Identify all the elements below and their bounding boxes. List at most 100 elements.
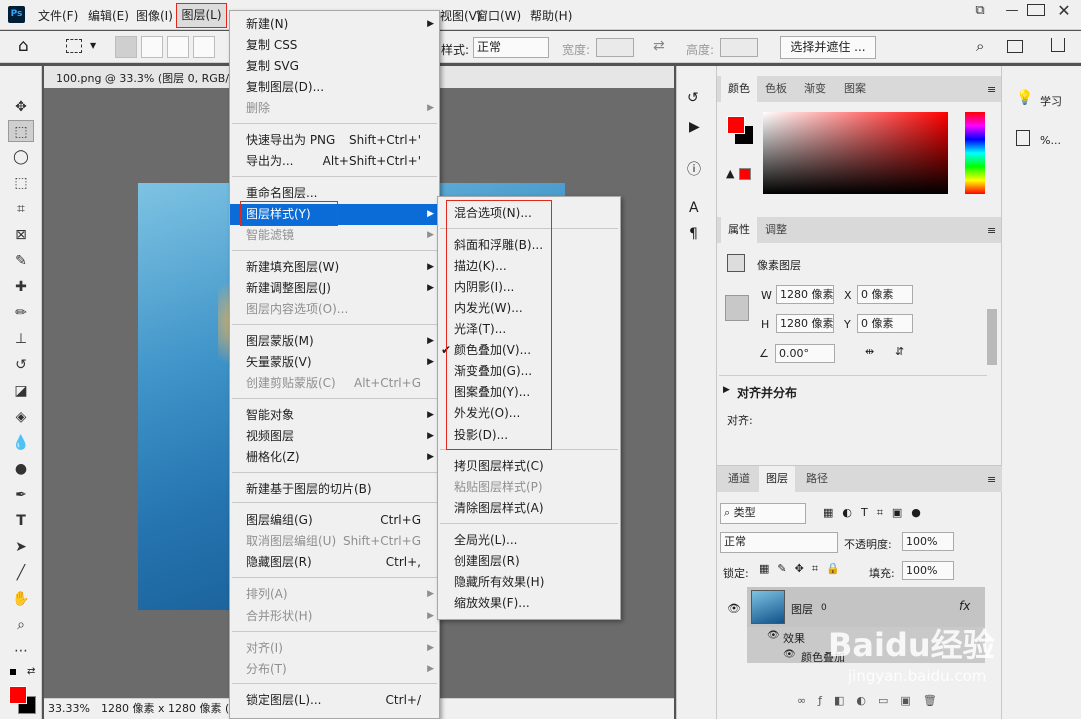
angle-field[interactable]: 0.00° [775, 344, 835, 363]
opacity-field[interactable]: 100% [902, 532, 954, 551]
layer-menu-item[interactable]: 快速导出为 PNG Shift+Ctrl+' [230, 130, 439, 151]
tab-gradients[interactable]: 渐变 [797, 76, 833, 102]
info-icon[interactable]: ⓘ [687, 159, 701, 179]
menu-file[interactable]: 文件(F) [38, 7, 78, 24]
maximize-icon[interactable] [1027, 4, 1045, 16]
character-icon[interactable]: A [689, 200, 699, 216]
blur-icon[interactable]: 💧 [8, 432, 34, 454]
style-select[interactable]: 正常 [473, 37, 549, 58]
gamut-swatch[interactable] [739, 168, 751, 180]
foreground-color-swatch[interactable] [9, 686, 27, 704]
tab-channels[interactable]: 通道 [721, 466, 757, 492]
stamp-icon[interactable]: ⊥ [8, 328, 34, 350]
learn-pct[interactable]: %... [1040, 134, 1061, 147]
lock-icons[interactable]: ▦✎✥⌗🔒 [759, 562, 848, 576]
learn-label[interactable]: 学习 [1040, 93, 1062, 109]
eye-icon[interactable]: 👁 [727, 602, 741, 615]
color-field[interactable] [763, 112, 948, 194]
style-menu-item[interactable]: 隐藏所有效果(H) [438, 572, 620, 593]
layer-name[interactable]: 图层 [791, 601, 813, 617]
tab-swatches[interactable]: 色板 [758, 76, 794, 102]
layer-filter-select[interactable]: ⌕ 类型 [720, 503, 806, 524]
history-brush-icon[interactable]: ↺ [8, 354, 34, 376]
new-selection-icon[interactable] [115, 36, 137, 58]
style-menu-item[interactable]: 清除图层样式(A) [438, 498, 620, 519]
share-icon[interactable] [1051, 38, 1065, 52]
lightbulb-icon[interactable]: 💡 [1016, 90, 1033, 106]
style-menu-item[interactable]: 拷贝图层样式(C) [438, 456, 620, 477]
add-selection-icon[interactable] [141, 36, 163, 58]
x-field[interactable]: 0 像素 [857, 285, 913, 304]
menu-window[interactable]: 窗口(W) [476, 7, 521, 24]
menu-image[interactable]: 图像(I) [136, 7, 173, 24]
paint-bucket-icon[interactable]: ◈ [8, 406, 34, 428]
intersect-selection-icon[interactable] [193, 36, 215, 58]
height-input[interactable] [720, 38, 758, 57]
fg-color-swatch[interactable] [727, 116, 745, 134]
eye-icon[interactable]: 👁 [767, 630, 780, 641]
layer-menu-item[interactable]: 新建基于图层的切片(B) [230, 479, 439, 500]
tab-patterns[interactable]: 图案 [837, 76, 873, 102]
line-icon[interactable]: ╱ [8, 562, 34, 584]
libraries-icon[interactable] [1016, 130, 1030, 146]
scrollbar-thumb[interactable] [987, 309, 997, 365]
hand-icon[interactable]: ✋ [8, 588, 34, 610]
layer-menu-item[interactable]: 视频图层 ▶ [230, 426, 439, 447]
fx-badge[interactable]: fx [959, 599, 970, 613]
frame-icon[interactable]: ⊠ [8, 224, 34, 246]
tab-paths[interactable]: 路径 [799, 466, 835, 492]
hue-slider[interactable] [965, 112, 985, 194]
lasso-icon[interactable]: ◯ [8, 146, 34, 168]
layer-menu-item[interactable]: 导出为... Alt+Shift+Ctrl+' [230, 151, 439, 172]
path-select-icon[interactable]: ➤ [8, 536, 34, 558]
rect-marquee-icon[interactable]: ⬚ [8, 120, 34, 142]
tab-properties[interactable]: 属性 [721, 217, 757, 243]
tab-color[interactable]: 颜色 [721, 76, 757, 102]
layer-menu-item[interactable]: 新建(N) ▶ [230, 14, 439, 35]
swap-colors-icon[interactable]: ⇄ [27, 666, 35, 677]
width-input[interactable] [596, 38, 634, 57]
pen-icon[interactable]: ✒ [8, 484, 34, 506]
subtract-selection-icon[interactable] [167, 36, 189, 58]
layer-menu-item[interactable]: 复制 CSS [230, 35, 439, 56]
swap-icon[interactable]: ⇄ [653, 38, 665, 54]
type-icon[interactable]: T [8, 510, 34, 532]
layer-menu-item[interactable]: 智能对象 ▶ [230, 405, 439, 426]
document-tab[interactable]: 100.png @ 33.3% (图层 0, RGB/8 [56, 70, 236, 86]
align-section-title[interactable]: 对齐并分布 [737, 384, 797, 401]
height-field[interactable]: 1280 像素 [776, 314, 834, 333]
filter-icons[interactable]: ▦◐T⌗▣● [823, 506, 930, 520]
menu-layer[interactable]: 图层(L) [176, 3, 227, 28]
layer-menu-item[interactable]: 图层编组(G) Ctrl+G [230, 510, 439, 531]
style-menu-item[interactable]: 全局光(L)... [438, 530, 620, 551]
restore-icon[interactable]: ⧉ [970, 1, 990, 21]
panel-menu-icon[interactable]: ≡ [987, 473, 996, 486]
object-select-icon[interactable]: ⬚ [8, 172, 34, 194]
paragraph-icon[interactable]: ¶ [689, 226, 698, 242]
layer-menu-item[interactable]: 复制 SVG [230, 56, 439, 77]
y-field[interactable]: 0 像素 [857, 314, 913, 333]
layer-menu-item[interactable]: 栅格化(Z) ▶ [230, 447, 439, 468]
layer-menu-item[interactable]: 锁定图层(L)... Ctrl+/ [230, 690, 439, 711]
flip-horizontal-icon[interactable]: ⇹ [865, 345, 874, 358]
move-tool-icon[interactable]: ✥ [8, 96, 34, 118]
panel-menu-icon[interactable]: ≡ [987, 224, 996, 237]
menu-edit[interactable]: 编辑(E) [88, 7, 129, 24]
default-colors-icon[interactable] [10, 669, 16, 675]
minimize-icon[interactable]: — [997, 1, 1027, 21]
crop-icon[interactable]: ⌗ [8, 198, 34, 220]
layer-menu-item[interactable]: 复制图层(D)... [230, 77, 439, 98]
brush-icon[interactable]: ✏ [8, 302, 34, 324]
style-menu-item[interactable]: 缩放效果(F)... [438, 593, 620, 614]
chevron-down-icon[interactable]: ▼ [90, 41, 96, 50]
layer-menu-item[interactable]: 新建调整图层(J) ▶ [230, 278, 439, 299]
tab-adjustments[interactable]: 调整 [758, 217, 794, 243]
search-icon[interactable]: ⌕ [976, 37, 984, 55]
layer-menu-item[interactable]: 图层蒙版(M) ▶ [230, 331, 439, 352]
menu-help[interactable]: 帮助(H) [530, 7, 572, 24]
more-tools-icon[interactable]: ⋯ [8, 640, 34, 662]
eye-icon[interactable]: 👁 [783, 649, 796, 660]
marquee-preset-icon[interactable] [66, 39, 82, 53]
flip-vertical-icon[interactable]: ⇵ [895, 345, 904, 358]
tab-layers[interactable]: 图层 [759, 466, 795, 492]
